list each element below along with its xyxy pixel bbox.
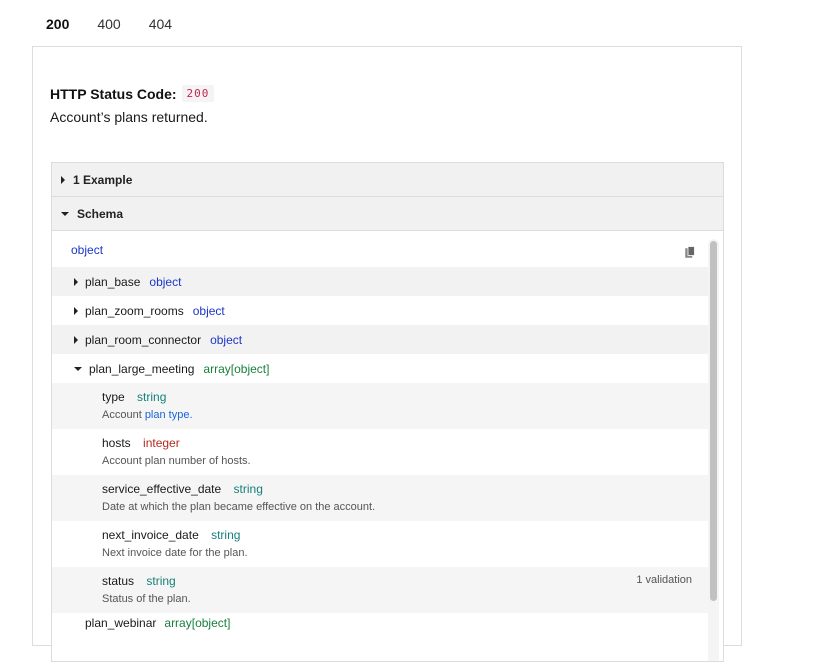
prop-name: status [102,574,135,588]
schema-child-status: status string Status of the plan. 1 vali… [52,567,708,613]
example-label: 1 Example [73,172,133,187]
prop-name: plan_base [85,274,141,289]
validation-count[interactable]: 1 validation [636,574,692,586]
status-label: HTTP Status Code: [50,85,177,102]
prop-type: array[object] [164,616,231,630]
example-accordion-header[interactable]: 1 Example [52,163,723,197]
prop-description-prefix: Account [102,409,145,421]
caret-right-icon [61,175,65,184]
schema-prop-plan-zoom-rooms[interactable]: plan_zoom_rooms object [52,296,708,325]
response-accordion: 1 Example Schema object plan_base object [51,162,724,662]
schema-prop-plan-webinar[interactable]: plan_webinar array[object] [52,613,708,633]
schema-root-type: object [71,243,104,257]
prop-type: array[object] [203,361,270,376]
tab-400[interactable]: 400 [83,0,134,47]
scrollbar-thumb[interactable] [710,241,717,601]
schema-accordion-header[interactable]: Schema [52,197,723,231]
prop-type: object [149,274,182,289]
schema-prop-plan-large-meeting[interactable]: plan_large_meeting array[object] [52,354,708,383]
caret-right-icon [74,335,78,344]
status-line: HTTP Status Code: 200 [50,85,215,102]
prop-name: plan_zoom_rooms [85,303,184,318]
tab-200[interactable]: 200 [32,0,84,48]
prop-type: object [210,332,243,347]
status-description: Account’s plans returned. [50,109,208,125]
tab-404[interactable]: 404 [135,0,186,47]
prop-name: plan_large_meeting [89,361,195,376]
schema-rows: plan_base object plan_zoom_rooms object … [52,267,708,633]
prop-type: string [233,482,263,496]
schema-prop-plan-base[interactable]: plan_base object [52,267,708,296]
response-tabs: 200 400 404 [32,0,186,48]
schema-prop-plan-room-connector[interactable]: plan_room_connector object [52,325,708,354]
caret-down-icon [61,211,69,216]
prop-name: plan_room_connector [85,332,202,347]
prop-description: Status of the plan. [102,593,191,605]
prop-type: string [137,390,167,404]
schema-child-next-invoice-date: next_invoice_date string Next invoice da… [52,521,708,567]
prop-type: string [211,528,241,542]
prop-name: plan_webinar [85,616,157,630]
prop-type: string [146,574,176,588]
schema-child-type: type string Account plan type. [52,383,708,429]
prop-description: Next invoice date for the plan. [102,547,248,559]
caret-right-icon [74,306,78,315]
caret-down-icon [74,366,82,371]
prop-description: Account plan number of hosts. [102,455,251,467]
response-panel: HTTP Status Code: 200 Account’s plans re… [32,46,742,662]
prop-name: hosts [102,436,131,450]
schema-scrollbar[interactable] [708,239,719,661]
prop-description: Account plan type. [102,409,708,421]
prop-type: object [192,303,225,318]
status-code-badge: 200 [181,85,215,102]
plan-type-link[interactable]: plan type. [145,409,193,421]
copy-icon[interactable] [685,246,695,258]
caret-right-icon [74,277,78,286]
prop-name: type [102,390,125,404]
prop-name: service_effective_date [102,482,222,496]
schema-label: Schema [77,206,124,221]
prop-type: integer [143,436,180,450]
schema-child-service-effective-date: service_effective_date string Date at wh… [52,475,708,521]
schema-body: object plan_base object plan_zoom_rooms … [52,231,723,661]
prop-name: next_invoice_date [102,528,199,542]
prop-description: Date at which the plan became effective … [102,501,376,513]
schema-child-hosts: hosts integer Account plan number of hos… [52,429,708,475]
